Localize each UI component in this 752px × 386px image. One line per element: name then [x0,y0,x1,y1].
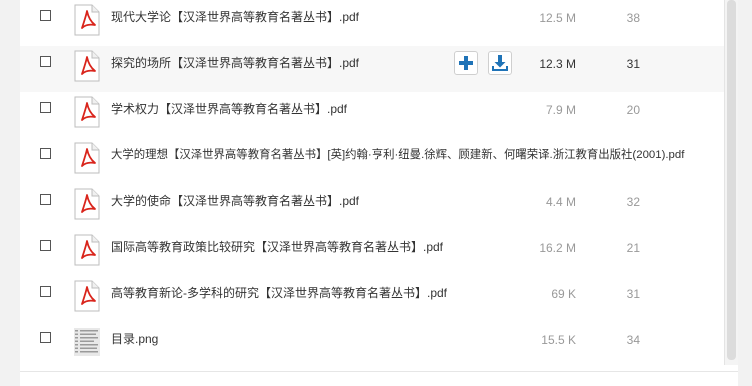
file-size: 12.5 M [539,11,576,25]
select-checkbox[interactable] [40,10,51,21]
download-button[interactable] [488,51,512,75]
file-name[interactable]: 目录.png [111,332,158,346]
select-checkbox[interactable] [40,56,51,67]
select-checkbox[interactable] [40,332,51,343]
select-checkbox[interactable] [40,240,51,251]
file-name[interactable]: 大学的使命【汉泽世界高等教育名著丛书】.pdf [111,194,359,208]
pdf-icon [74,234,100,266]
select-checkbox[interactable] [40,286,51,297]
pdf-icon [74,50,100,82]
file-row[interactable]: 探究的场所【汉泽世界高等教育名著丛书】.pdf 12.3 M 31 [20,46,724,92]
file-row[interactable]: 现代大学论【汉泽世界高等教育名著丛书】.pdf 12.5 M 38 [20,0,724,46]
file-row[interactable]: 大学的使命【汉泽世界高等教育名著丛书】.pdf 4.4 M 32 [20,184,724,230]
pdf-icon [74,142,100,174]
file-name[interactable]: 学术权力【汉泽世界高等教育名著丛书】.pdf [111,102,347,116]
file-name[interactable]: 高等教育新论-多学科的研究【汉泽世界高等教育名著丛书】.pdf [111,286,447,300]
download-count: 21 [626,241,640,255]
download-count: 31 [626,287,640,301]
file-size: 12.3 M [539,57,576,71]
pdf-icon [74,4,100,36]
add-to-list-button[interactable] [454,51,478,75]
download-count: 38 [626,11,640,25]
file-name[interactable]: 大学的理想【汉泽世界高等教育名著丛书】[英]约翰·亨利·纽曼.徐辉、顾建新、何曙… [111,148,684,162]
select-checkbox[interactable] [40,194,51,205]
file-size: 7.9 M [545,103,576,117]
pdf-icon [74,280,100,312]
file-row[interactable]: 国际高等教育政策比较研究【汉泽世界高等教育名著丛书】.pdf 16.2 M 21 [20,230,724,276]
file-row[interactable]: 目录.png 15.5 K 34 [20,322,724,368]
download-count: 32 [626,195,640,209]
image-thumbnail-icon [74,328,100,356]
select-checkbox[interactable] [40,102,51,113]
file-name[interactable]: 现代大学论【汉泽世界高等教育名著丛书】.pdf [111,10,359,24]
file-row[interactable]: 高等教育新论-多学科的研究【汉泽世界高等教育名著丛书】.pdf 69 K 31 [20,276,724,322]
plus-icon [459,56,473,70]
file-size: 4.4 M [545,195,576,209]
file-list: 现代大学论【汉泽世界高等教育名著丛书】.pdf 12.5 M 38 探究的场所【… [20,0,724,368]
file-row[interactable]: 大学的理想【汉泽世界高等教育名著丛书】[英]约翰·亨利·纽曼.徐辉、顾建新、何曙… [20,138,724,184]
pdf-icon [74,188,100,220]
list-footer [20,371,738,386]
file-name[interactable]: 国际高等教育政策比较研究【汉泽世界高等教育名著丛书】.pdf [111,240,443,254]
file-row[interactable]: 学术权力【汉泽世界高等教育名著丛书】.pdf 7.9 M 20 [20,92,724,138]
select-checkbox[interactable] [40,148,51,159]
file-name[interactable]: 探究的场所【汉泽世界高等教育名著丛书】.pdf [111,56,359,70]
file-size: 69 K [551,287,576,301]
vertical-scrollbar[interactable] [724,0,738,365]
pdf-icon [74,96,100,128]
scrollbar-thumb[interactable] [727,0,736,360]
download-count: 34 [626,333,640,347]
file-list-panel: 现代大学论【汉泽世界高等教育名著丛书】.pdf 12.5 M 38 探究的场所【… [20,0,738,386]
download-icon [492,55,508,71]
download-count: 20 [626,103,640,117]
file-size: 15.5 K [541,333,576,347]
file-size: 16.2 M [539,241,576,255]
download-count: 31 [626,57,640,71]
